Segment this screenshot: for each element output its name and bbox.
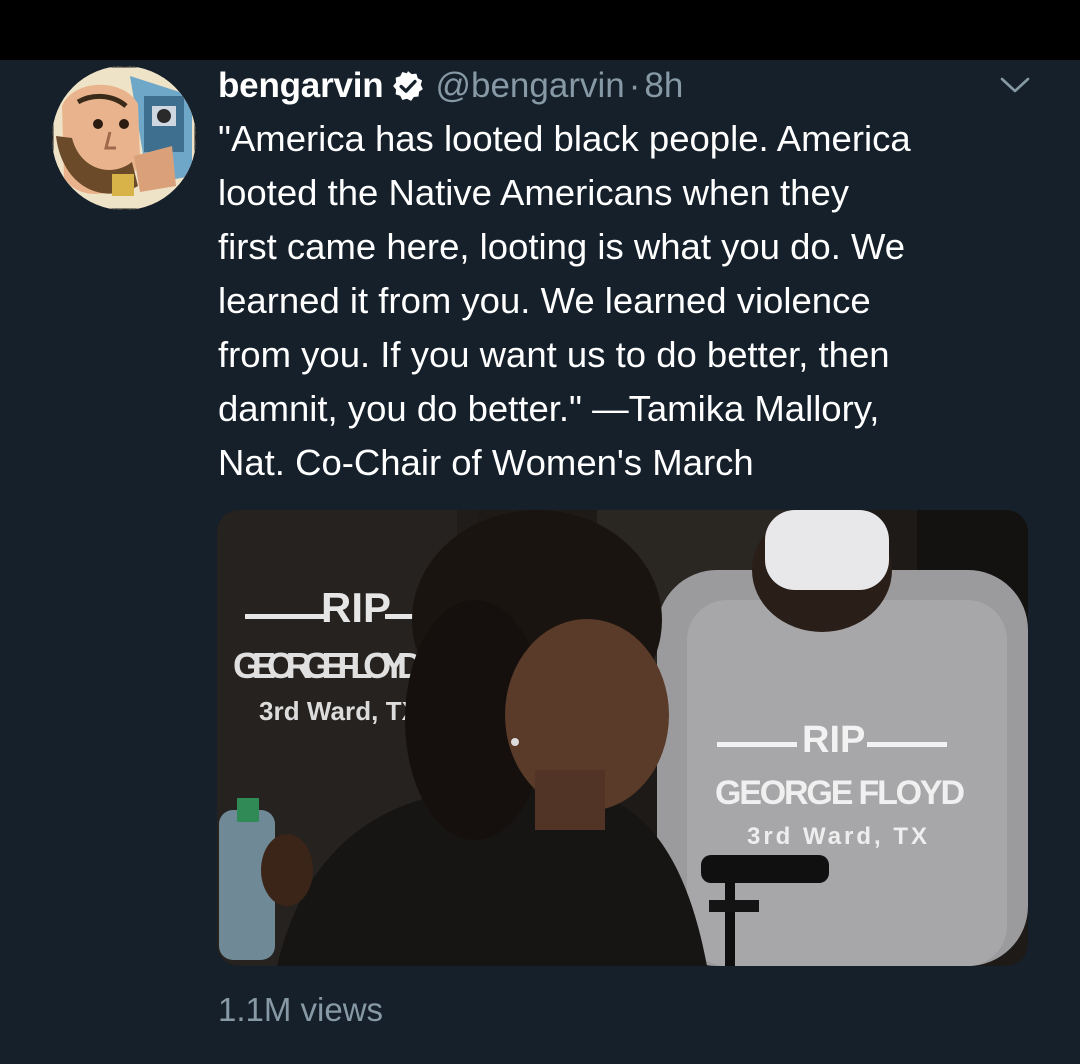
avatar[interactable]: [52, 66, 196, 210]
shirt-left-line2: GEORGE FLOYD: [233, 645, 423, 686]
separator-dot: ·: [628, 66, 641, 105]
status-bar: [0, 0, 1080, 60]
tweet-header: bengarvin @bengarvin · 8h: [218, 62, 683, 110]
shirt-right-line2: GEORGE FLOYD: [715, 774, 965, 812]
user-handle[interactable]: @bengarvin: [435, 66, 624, 106]
verified-badge-icon: [393, 71, 424, 101]
tweet-media-video[interactable]: RIP GEORGE FLOYD 3rd Ward, TX RIP GEORGE…: [217, 510, 1028, 966]
chevron-down-icon[interactable]: [998, 72, 1032, 98]
display-name[interactable]: bengarvin: [218, 66, 384, 106]
shirt-right-line1: RIP: [802, 719, 865, 761]
timestamp[interactable]: 8h: [644, 66, 683, 106]
avatar-illustration: [52, 66, 196, 210]
shirt-left-line1: RIP: [321, 584, 391, 631]
shirt-left-line3: 3rd Ward, TX: [259, 696, 420, 726]
view-count: 1.1M views: [218, 991, 384, 1028]
video-thumbnail: RIP GEORGE FLOYD 3rd Ward, TX RIP GEORGE…: [217, 510, 1028, 966]
tweet-text: "America has looted black people. Americ…: [218, 118, 911, 483]
